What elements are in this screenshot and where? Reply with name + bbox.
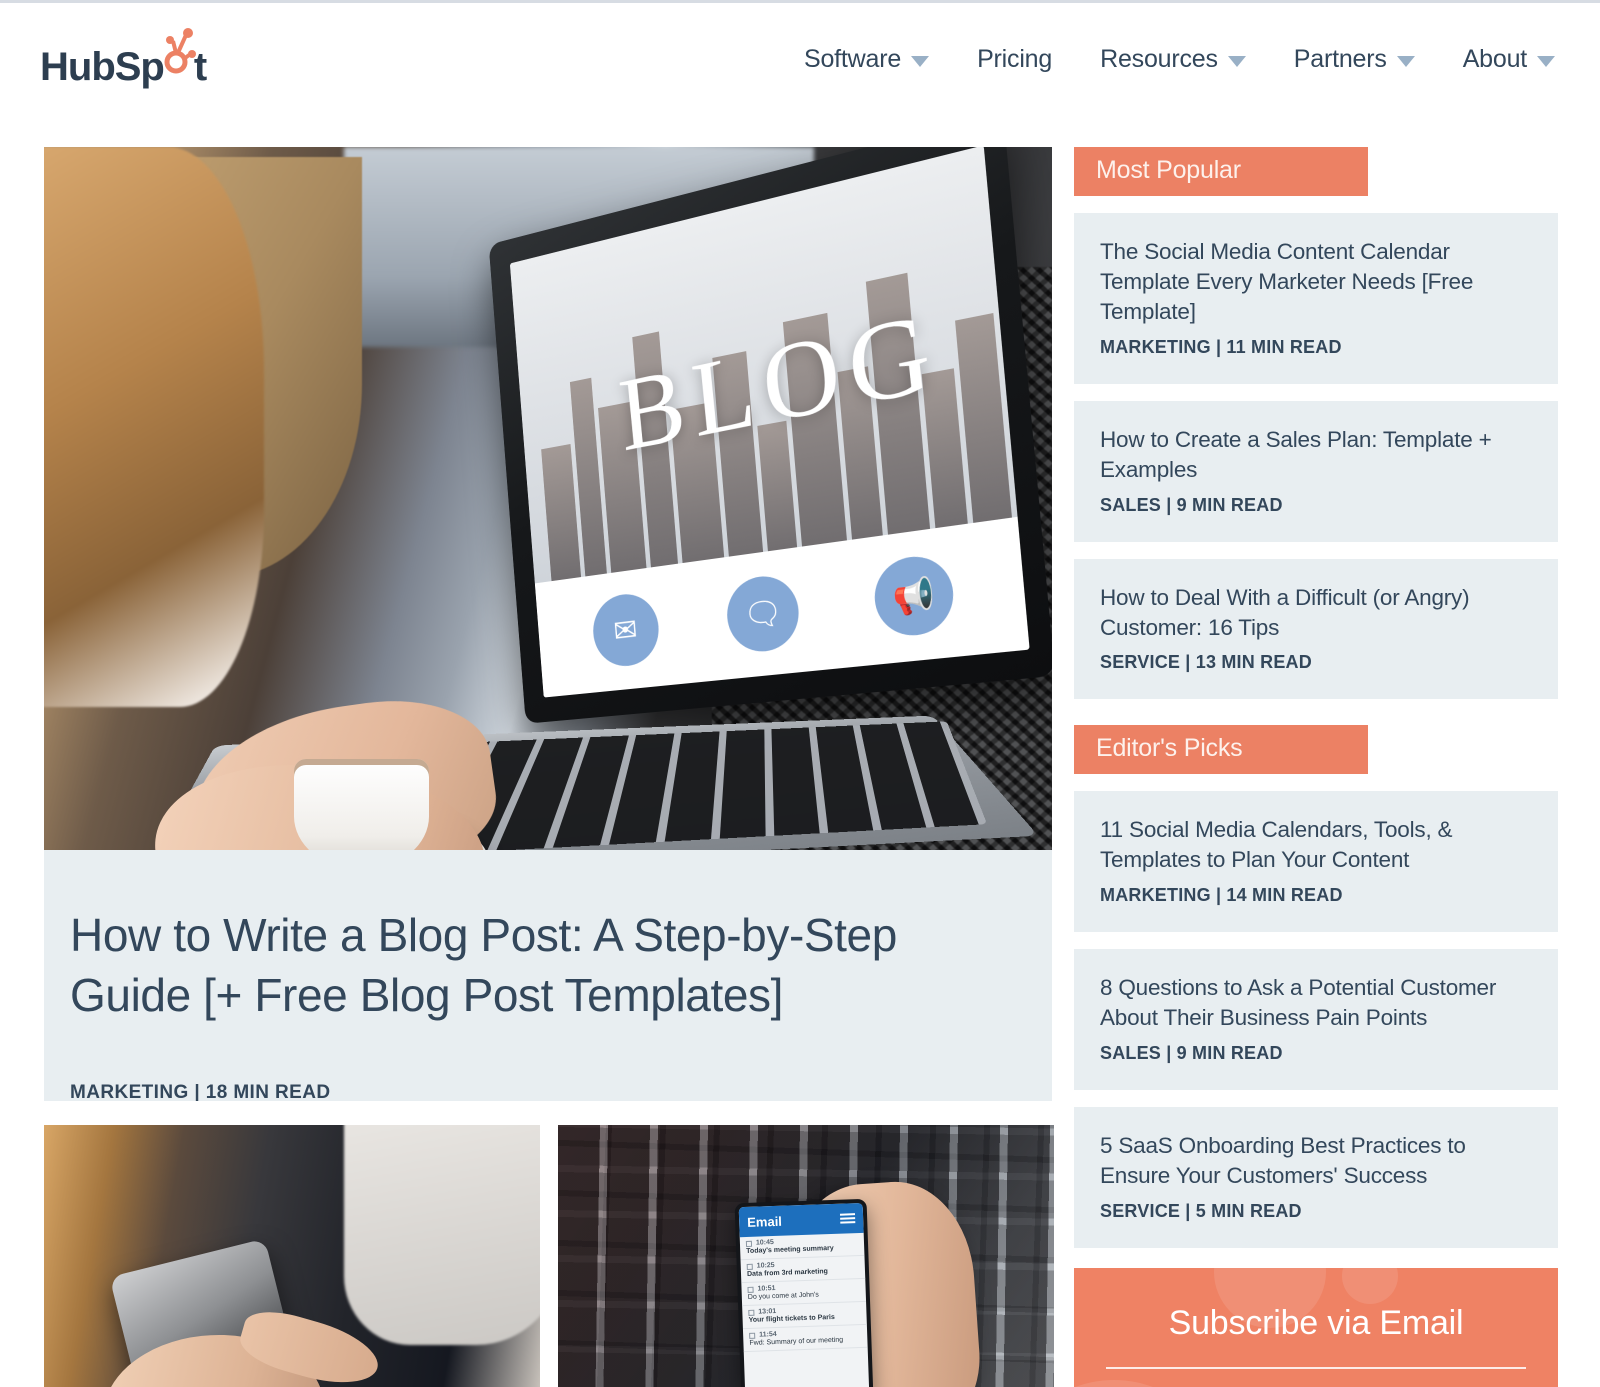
nav-label: Resources — [1100, 45, 1218, 73]
sidebar-post-title: How to Deal With a Difficult (or Angry) … — [1100, 584, 1470, 640]
chevron-down-icon — [911, 56, 930, 67]
nav-item-about[interactable]: About — [1439, 45, 1579, 74]
site-header: HubSp t Software Pricing Resources Partne… — [0, 3, 1600, 125]
subscribe-via-email-panel: Subscribe via Email Marketing Sales Serv… — [1074, 1267, 1558, 1387]
sidebar-post-card[interactable]: 5 SaaS Onboarding Best Practices to Ensu… — [1074, 1107, 1558, 1248]
decorative-circle — [1342, 1267, 1398, 1304]
nav-label: About — [1462, 45, 1528, 73]
featured-post-meta: MARKETING | 18 MIN READ — [70, 1081, 331, 1101]
nav-label: Software — [804, 45, 902, 73]
checkbox-icon — [747, 1286, 754, 1293]
email-time: 10:51 — [757, 1284, 776, 1293]
sidebar-post-card[interactable]: 8 Questions to Ask a Potential Customer … — [1074, 949, 1558, 1091]
nav-item-resources[interactable]: Resources — [1076, 45, 1270, 74]
thumbnail-smartphone: Email 10:45 Today's meeting summary 10:2… — [734, 1198, 874, 1387]
sidebar-post-card[interactable]: 11 Social Media Calendars, Tools, & Temp… — [1074, 791, 1558, 933]
post-card-thumbnail-2[interactable]: Email 10:45 Today's meeting summary 10:2… — [558, 1125, 1054, 1387]
email-list-item: 11:54 Fwd: Summary of our meeting — [742, 1324, 868, 1353]
section-banner-most-popular: Most Popular — [1074, 147, 1368, 196]
sidebar-post-title: 11 Social Media Calendars, Tools, & Temp… — [1100, 817, 1453, 873]
featured-post-body: How to Write a Blog Post: A Step-by-Step… — [44, 850, 1052, 1101]
nav-label: Pricing — [977, 45, 1053, 73]
sidebar-post-meta: SERVICE | 13 MIN READ — [1100, 652, 1312, 673]
megaphone-icon: 📢 — [871, 552, 957, 640]
sidebar-post-meta: MARKETING | 11 MIN READ — [1100, 336, 1342, 357]
hero-person — [44, 147, 264, 707]
nav-item-partners[interactable]: Partners — [1270, 45, 1439, 74]
chevron-down-icon — [1227, 56, 1246, 67]
sidebar-post-meta: SERVICE | 5 MIN READ — [1100, 1200, 1302, 1221]
divider — [1106, 1366, 1526, 1369]
chevron-down-icon — [1396, 56, 1415, 67]
logo-text-before: HubSp — [40, 44, 165, 89]
featured-post-title[interactable]: How to Write a Blog Post: A Step-by-Step… — [70, 906, 1026, 1026]
decorative-circle — [1074, 1379, 1226, 1387]
sidebar-post-meta: SALES | 9 MIN READ — [1100, 1043, 1283, 1064]
checkbox-icon — [748, 1309, 755, 1316]
featured-post-image: BLOG ✉ 🗨 📢 — [44, 147, 1052, 850]
hamburger-menu-icon — [839, 1213, 856, 1224]
chevron-down-icon — [1537, 56, 1556, 67]
subscribe-title: Subscribe via Email — [1168, 1303, 1464, 1342]
sidebar-post-meta: MARKETING | 14 MIN READ — [1100, 885, 1343, 906]
laptop-lid: BLOG ✉ 🗨 📢 — [488, 147, 1052, 724]
email-time: 10:25 — [756, 1262, 775, 1270]
phone-email-app-header: Email — [738, 1202, 864, 1238]
email-time: 11:54 — [759, 1330, 777, 1339]
hubspot-sprocket-icon — [164, 27, 196, 80]
sidebar-post-card[interactable]: How to Deal With a Difficult (or Angry) … — [1074, 558, 1558, 700]
section-banner-editors-picks: Editor's Picks — [1074, 725, 1368, 775]
email-time: 10:45 — [755, 1239, 774, 1247]
envelope-icon: ✉ — [590, 590, 662, 670]
sidebar-post-card[interactable]: The Social Media Content Calendar Templa… — [1074, 213, 1558, 384]
checkbox-icon — [746, 1263, 753, 1270]
featured-post-card[interactable]: BLOG ✉ 🗨 📢 How to Write a Blog Post: A S… — [44, 147, 1052, 1101]
phone-email-app-title: Email — [746, 1213, 783, 1230]
nav-item-pricing[interactable]: Pricing — [953, 45, 1076, 74]
sidebar-post-card[interactable]: How to Create a Sales Plan: Template + E… — [1074, 400, 1558, 542]
nav-label: Partners — [1293, 45, 1387, 73]
post-card-thumbnail-1[interactable] — [44, 1125, 540, 1387]
primary-navigation: Software Pricing Resources Partners Abou… — [780, 45, 1579, 74]
hubspot-logo[interactable]: HubSp t — [40, 27, 207, 89]
thumbnail-person-shirt — [344, 1125, 540, 1345]
sidebar-post-title: 5 SaaS Onboarding Best Practices to Ensu… — [1100, 1133, 1466, 1189]
nav-item-software[interactable]: Software — [780, 45, 953, 74]
sidebar-post-title: 8 Questions to Ask a Potential Customer … — [1100, 975, 1497, 1031]
email-time: 13:01 — [758, 1307, 777, 1316]
checkbox-icon — [749, 1332, 756, 1339]
sidebar-post-title: The Social Media Content Calendar Templa… — [1100, 239, 1474, 324]
laptop-screen: BLOG ✉ 🗨 📢 — [509, 147, 1030, 698]
checkbox-icon — [745, 1240, 753, 1247]
sidebar-post-title: How to Create a Sales Plan: Template + E… — [1100, 426, 1492, 482]
hero-coffee-cup — [294, 759, 429, 850]
chat-icon: 🗨 — [724, 572, 803, 656]
sidebar-post-meta: SALES | 9 MIN READ — [1100, 494, 1283, 515]
sidebar: Most Popular The Social Media Content Ca… — [1074, 147, 1558, 1387]
logo-wordmark: HubSp t — [40, 27, 207, 89]
page-root: HubSp t Software Pricing Resources Partne… — [0, 0, 1600, 1387]
